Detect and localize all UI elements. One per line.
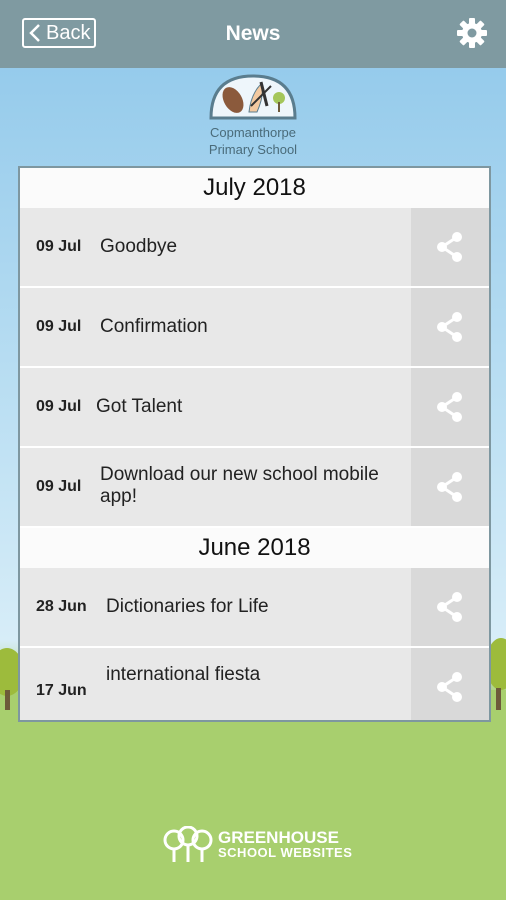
gear-icon[interactable] <box>456 17 488 49</box>
share-icon <box>437 472 462 502</box>
news-date: 09 Jul <box>36 398 82 415</box>
share-button[interactable] <box>411 568 489 646</box>
news-item[interactable]: 09 Jul Got Talent <box>20 368 489 448</box>
share-button[interactable] <box>411 368 489 446</box>
tree-trunk-right <box>496 688 501 710</box>
news-title: Download our new school mobile app! <box>100 464 379 507</box>
news-date: 09 Jul <box>36 478 82 495</box>
share-icon <box>437 672 462 702</box>
share-icon <box>437 392 462 422</box>
month-header: June 2018 <box>20 528 489 568</box>
news-title: Goodbye <box>100 236 178 257</box>
news-date: 09 Jul <box>36 238 82 255</box>
tree-trunk-left <box>5 690 10 710</box>
share-icon <box>437 312 462 342</box>
share-button[interactable] <box>411 448 489 526</box>
news-date: 17 Jun <box>36 682 87 699</box>
share-button[interactable] <box>411 208 489 286</box>
news-item[interactable]: 09 Jul Goodbye <box>20 208 489 288</box>
share-icon <box>437 232 462 262</box>
footer-brand-line2: SCHOOL WEBSITES <box>218 845 353 860</box>
school-name-line2: Primary School <box>208 142 298 157</box>
school-name-line1: Copmanthorpe <box>210 125 296 140</box>
share-icon <box>437 592 462 622</box>
news-item[interactable]: 09 Jul Confirmation <box>20 288 489 368</box>
footer-brand-line1: GREENHOUSE <box>218 828 339 847</box>
share-button[interactable] <box>411 648 489 720</box>
news-title: Confirmation <box>100 316 208 337</box>
school-name: Copmanthorpe Primary School <box>200 124 306 158</box>
news-title: Got Talent <box>96 396 183 417</box>
news-date: 09 Jul <box>36 318 82 335</box>
share-button[interactable] <box>411 288 489 366</box>
footer-brand: GREENHOUSE SCHOOL WEBSITES <box>218 828 353 860</box>
month-header: July 2018 <box>20 168 489 208</box>
news-item[interactable]: 17 Jun international fiesta <box>20 648 489 720</box>
news-title: international fiesta <box>106 664 261 685</box>
page-title: News <box>225 22 281 45</box>
news-title: Dictionaries for Life <box>106 596 269 617</box>
app-header: Back News <box>0 0 506 68</box>
news-date: 28 Jun <box>36 598 87 615</box>
news-item[interactable]: 28 Jun Dictionaries for Life <box>20 568 489 648</box>
news-item[interactable]: 09 Jul Download our new school mobile ap… <box>20 448 489 528</box>
news-list[interactable]: July 2018 09 Jul Goodbye 09 Jul Confirma… <box>18 166 491 722</box>
